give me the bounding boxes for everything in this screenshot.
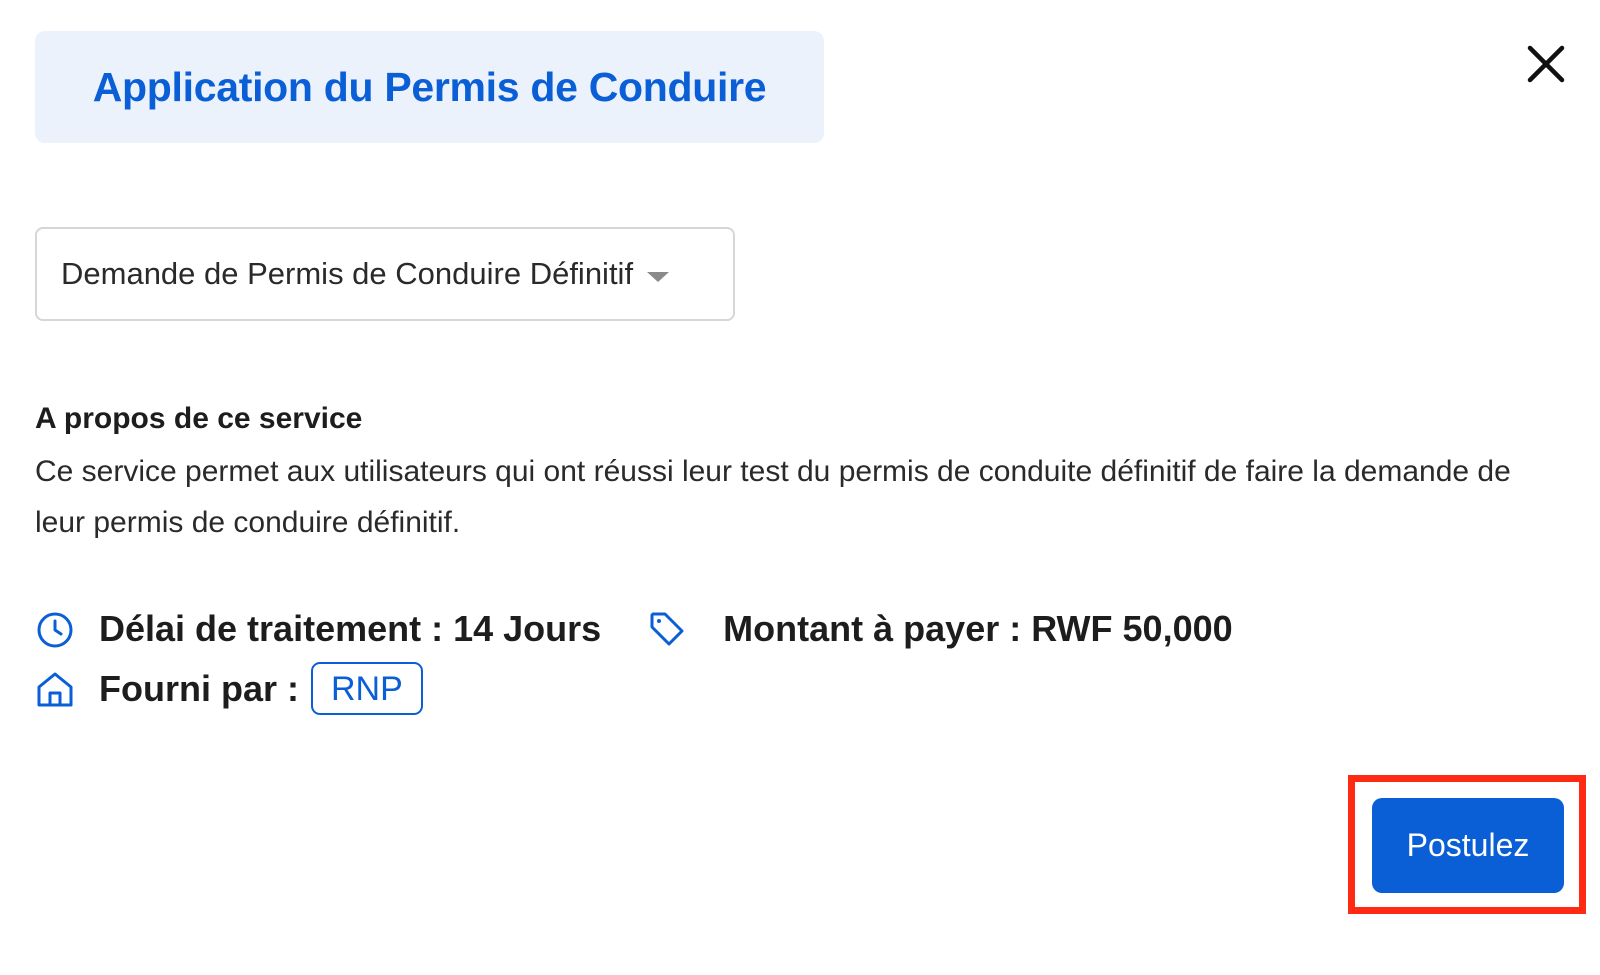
clock-icon xyxy=(35,609,75,649)
home-icon xyxy=(35,669,75,709)
modal-title: Application du Permis de Conduire xyxy=(92,63,767,110)
close-icon[interactable] xyxy=(1524,42,1568,86)
service-type-selected-value: Demande de Permis de Conduire Définitif xyxy=(61,256,634,291)
processing-and-amount-row: Délai de traitement : 14 Jours Montant à… xyxy=(35,608,1233,650)
service-type-select[interactable]: Demande de Permis de Conduire Définitif xyxy=(35,227,735,321)
processing-time-text: Délai de traitement : 14 Jours xyxy=(99,608,602,649)
amount-to-pay-text: Montant à payer : RWF 50,000 xyxy=(723,608,1233,649)
service-modal: Application du Permis de Conduire Demand… xyxy=(0,0,1600,975)
about-description: Ce service permet aux utilisateurs qui o… xyxy=(35,455,1511,539)
provider-badge: RNP xyxy=(311,662,423,715)
about-heading: A propos de ce service xyxy=(35,402,363,435)
provider-row: Fourni par : RNP xyxy=(35,662,423,715)
price-tag-icon xyxy=(647,609,687,649)
provider-label: Fourni par : xyxy=(99,667,299,709)
modal-title-banner: Application du Permis de Conduire xyxy=(35,31,824,143)
apply-button[interactable]: Postulez xyxy=(1372,798,1564,893)
caret-down-icon xyxy=(647,272,670,282)
